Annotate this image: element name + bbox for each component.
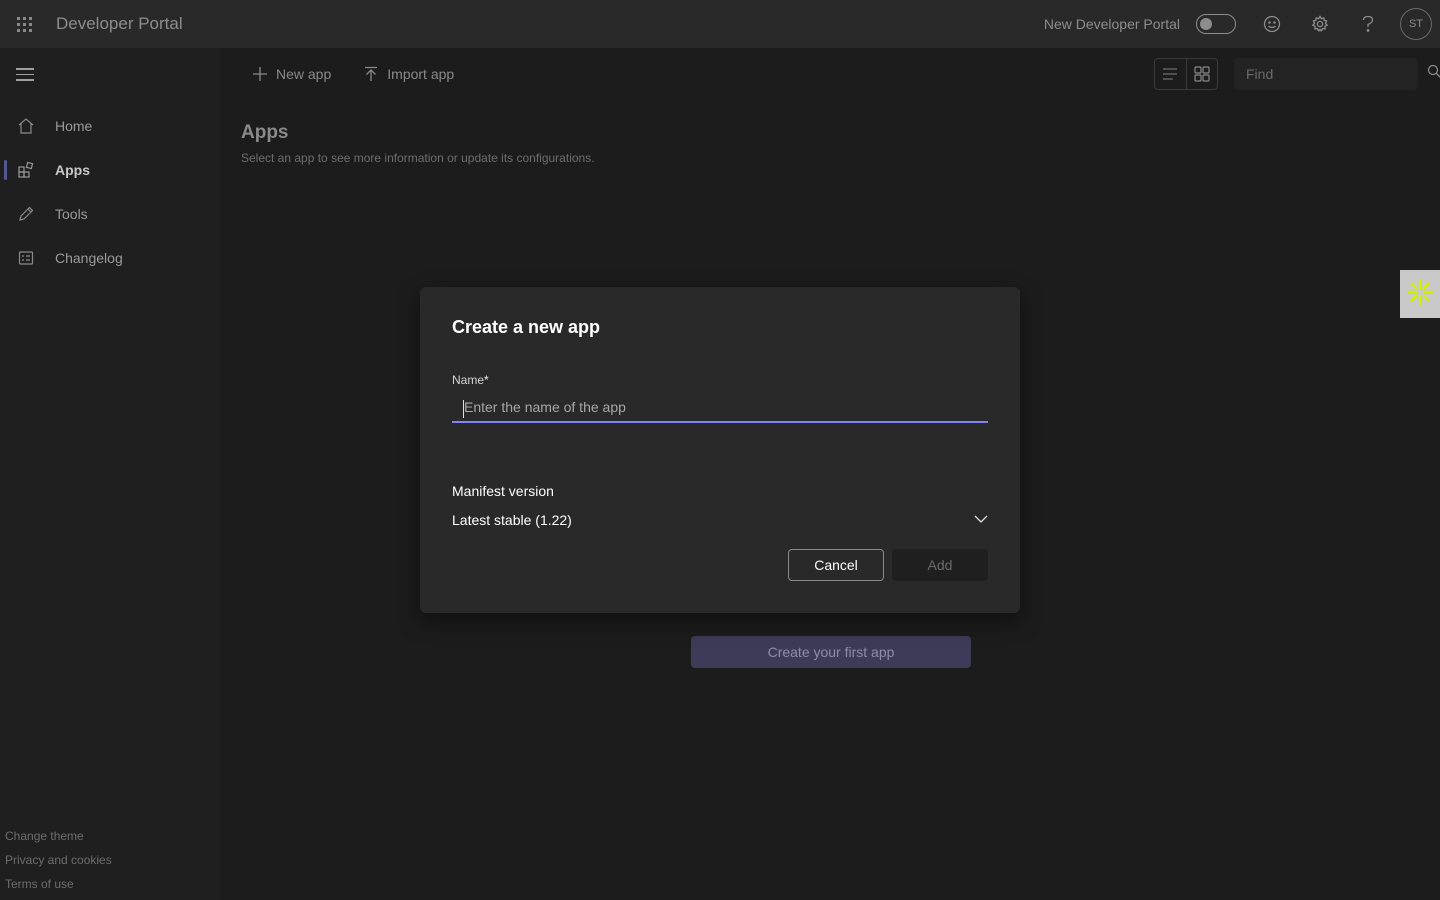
create-app-dialog: Create a new app Name* Manifest version …: [420, 287, 1020, 613]
privacy-link[interactable]: Privacy and cookies: [5, 848, 112, 872]
view-switch: [1154, 58, 1218, 90]
change-theme-link[interactable]: Change theme: [5, 824, 112, 848]
import-app-button[interactable]: Import app: [363, 66, 454, 82]
list-view-icon[interactable]: [1155, 59, 1186, 89]
dialog-title: Create a new app: [452, 317, 601, 337]
manifest-version-dropdown[interactable]: Latest stable (1.22): [452, 507, 988, 533]
grid-view-icon[interactable]: [1185, 59, 1217, 89]
sidebar-item-label: Tools: [55, 206, 88, 222]
sidebar-item-apps[interactable]: Apps: [0, 148, 220, 192]
sidebar-item-home[interactable]: Home: [0, 104, 220, 148]
tools-icon: [16, 204, 36, 224]
text-caret: [463, 400, 464, 418]
name-field-label: Name*: [452, 373, 489, 387]
app-title: Developer Portal: [56, 14, 183, 33]
add-button[interactable]: Add: [892, 549, 988, 581]
find-input[interactable]: [1246, 66, 1427, 82]
sidebar: Home Apps Tools Changelog Change theme P…: [0, 48, 220, 900]
create-first-app-button[interactable]: Create your first app: [691, 636, 971, 668]
app-name-input[interactable]: [452, 393, 988, 421]
new-app-label: New app: [276, 66, 332, 82]
hamburger-menu-icon[interactable]: [16, 68, 34, 85]
home-icon: [16, 116, 36, 136]
sidebar-item-tools[interactable]: Tools: [0, 192, 220, 236]
upload-icon: [363, 66, 379, 82]
sidebar-item-label: Changelog: [55, 250, 123, 266]
feedback-widget[interactable]: [1400, 270, 1440, 318]
sidebar-nav: Home Apps Tools Changelog: [0, 104, 220, 280]
manifest-version-label: Manifest version: [452, 483, 554, 499]
name-label-text: Name: [452, 373, 485, 387]
app-launcher-icon[interactable]: [0, 0, 48, 48]
page-title: Apps: [241, 122, 289, 143]
sidebar-item-changelog[interactable]: Changelog: [0, 236, 220, 280]
manifest-version-value: Latest stable (1.22): [452, 512, 572, 528]
cancel-button[interactable]: Cancel: [788, 549, 884, 581]
dialog-actions: Cancel Add: [788, 549, 988, 581]
apps-icon: [16, 160, 36, 180]
plus-icon: [252, 66, 268, 82]
search-icon[interactable]: [1427, 64, 1440, 84]
avatar[interactable]: ST: [1400, 8, 1432, 40]
new-portal-toggle[interactable]: [1196, 14, 1236, 34]
settings-icon[interactable]: [1296, 0, 1344, 48]
required-marker: *: [484, 373, 489, 387]
terms-link[interactable]: Terms of use: [5, 872, 112, 896]
sidebar-item-label: Home: [55, 118, 93, 134]
sparkle-icon: [1406, 278, 1434, 311]
changelog-icon: [16, 248, 36, 268]
chevron-down-icon: [974, 511, 988, 529]
top-bar: Developer Portal New Developer Portal ST: [0, 0, 1440, 48]
name-field: [452, 393, 988, 423]
page-subtitle: Select an app to see more information or…: [241, 151, 595, 165]
sidebar-footer: Change theme Privacy and cookies Terms o…: [5, 824, 112, 896]
import-app-label: Import app: [387, 66, 455, 82]
help-icon[interactable]: [1344, 0, 1392, 48]
find-box: [1234, 58, 1440, 90]
feedback-icon[interactable]: [1248, 0, 1296, 48]
sidebar-item-label: Apps: [55, 162, 90, 178]
new-app-button[interactable]: New app: [252, 66, 331, 82]
new-portal-label: New Developer Portal: [1043, 16, 1180, 32]
